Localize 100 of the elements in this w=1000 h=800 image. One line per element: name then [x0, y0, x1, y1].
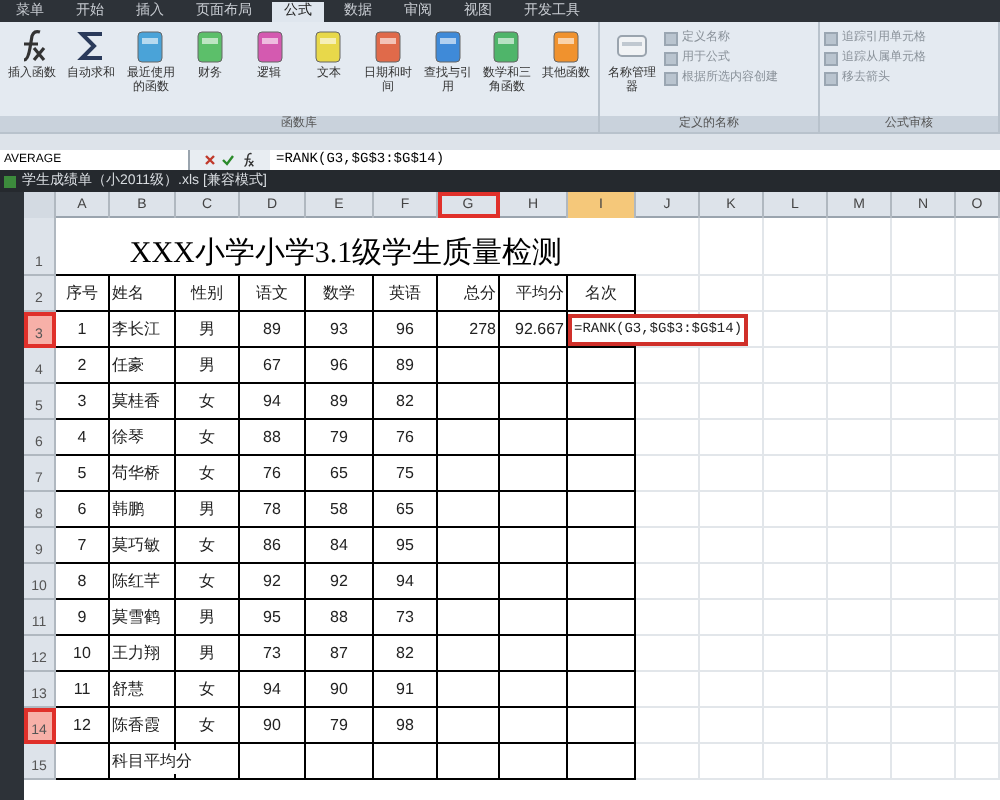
table-cell	[956, 348, 1000, 384]
table-cell: 89	[396, 353, 414, 377]
table-cell	[500, 744, 568, 780]
table-cell	[568, 564, 636, 600]
function-icon[interactable]	[240, 151, 256, 167]
table-cell: 莫雪鹤	[112, 605, 160, 629]
table-cell	[568, 600, 636, 636]
table-cell	[700, 492, 764, 528]
table-cell	[828, 348, 892, 384]
table-cell	[568, 492, 636, 528]
table-cell	[892, 218, 956, 276]
table-cell	[828, 600, 892, 636]
table-cell: 莫桂香	[112, 389, 160, 413]
table-cell	[956, 312, 1000, 348]
table-cell: 徐琴	[112, 425, 144, 449]
table-cell	[568, 384, 636, 420]
table-cell	[636, 636, 700, 672]
table-cell	[764, 276, 828, 312]
enter-icon[interactable]	[222, 153, 234, 165]
table-cell: 任豪	[112, 353, 144, 377]
table-cell	[500, 384, 568, 420]
table-cell: 76	[263, 461, 281, 485]
table-cell: 58	[330, 497, 348, 521]
table-cell: 88	[330, 605, 348, 629]
table-cell	[700, 708, 764, 744]
table-cell	[764, 492, 828, 528]
table-cell	[700, 218, 764, 276]
table-cell: 名次	[585, 281, 617, 305]
table-cell	[636, 492, 700, 528]
table-cell	[956, 218, 1000, 276]
table-cell	[636, 708, 700, 744]
table-cell	[764, 636, 828, 672]
table-cell: 91	[396, 677, 414, 701]
table-cell	[500, 564, 568, 600]
table-cell	[828, 564, 892, 600]
table-cell	[500, 708, 568, 744]
table-cell: 90	[263, 713, 281, 737]
table-cell	[500, 672, 568, 708]
table-cell	[764, 708, 828, 744]
table-cell	[500, 636, 568, 672]
table-cell: 女	[199, 677, 215, 701]
table-cell	[892, 492, 956, 528]
table-cell	[636, 348, 700, 384]
table-cell	[764, 564, 828, 600]
table-cell	[500, 528, 568, 564]
table-cell: 5	[77, 461, 87, 485]
table-cell: 65	[396, 497, 414, 521]
table-cell	[700, 456, 764, 492]
table-cell	[568, 708, 636, 744]
table-cell	[828, 528, 892, 564]
table-cell: 王力翔	[112, 641, 160, 665]
table-cell: 78	[263, 497, 281, 521]
table-cell	[636, 456, 700, 492]
table-cell	[828, 312, 892, 348]
table-cell: 92	[330, 569, 348, 593]
table-cell: 278	[469, 317, 496, 341]
table-cell: 89	[263, 317, 281, 341]
table-cell	[892, 312, 956, 348]
table-cell: 76	[396, 425, 414, 449]
table-cell	[700, 420, 764, 456]
table-cell: 87	[330, 641, 348, 665]
table-cell: 84	[330, 533, 348, 557]
table-cell: 94	[396, 569, 414, 593]
table-cell	[764, 600, 828, 636]
table-cell	[892, 456, 956, 492]
table-cell: 男	[199, 353, 215, 377]
table-cell	[764, 420, 828, 456]
workbook-icon	[4, 175, 16, 187]
table-cell	[568, 744, 636, 780]
table-cell	[892, 600, 956, 636]
table-cell: 女	[199, 533, 215, 557]
table-cell	[568, 528, 636, 564]
table-cell	[892, 564, 956, 600]
table-cell	[500, 456, 568, 492]
table-cell: 94	[263, 389, 281, 413]
table-cell: 语文	[256, 281, 288, 305]
table-cell	[956, 420, 1000, 456]
table-cell	[956, 492, 1000, 528]
table-cell: 90	[330, 677, 348, 701]
table-cell	[764, 218, 828, 276]
table-cell	[892, 636, 956, 672]
cancel-icon[interactable]	[204, 153, 216, 165]
table-cell: 6	[77, 497, 87, 521]
table-cell	[500, 600, 568, 636]
table-cell	[956, 672, 1000, 708]
table-cell: 陈香霞	[112, 713, 160, 737]
table-cell: 65	[330, 461, 348, 485]
table-cell	[636, 744, 700, 780]
table-cell	[764, 456, 828, 492]
table-cell: 总分	[464, 281, 496, 305]
table-cell	[828, 492, 892, 528]
table-cell: 性别	[191, 281, 223, 305]
table-cell: 96	[330, 353, 348, 377]
table-cell	[636, 384, 700, 420]
table-cell	[764, 672, 828, 708]
table-cell	[700, 744, 764, 780]
table-cell	[892, 528, 956, 564]
table-cell	[956, 636, 1000, 672]
table-cell: 82	[396, 389, 414, 413]
table-cell: 女	[199, 389, 215, 413]
